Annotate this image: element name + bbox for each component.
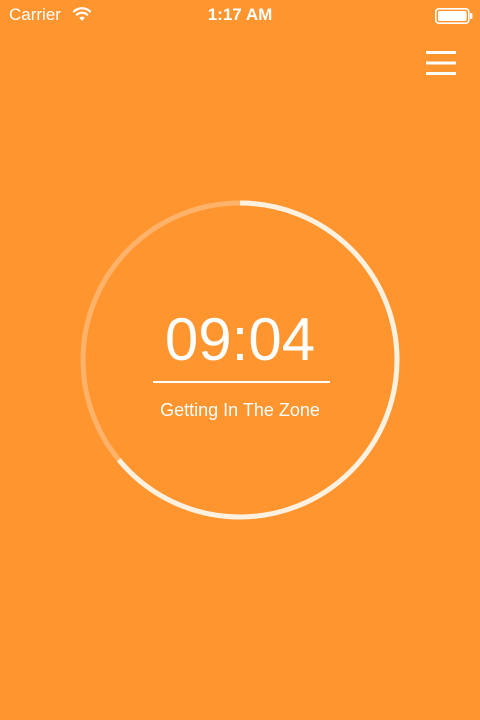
menu-button[interactable] bbox=[420, 46, 462, 80]
timer-widget: 09:04 Getting In The Zone bbox=[80, 200, 400, 520]
status-bar: Carrier 1:17 AM bbox=[0, 0, 480, 32]
battery-icon bbox=[435, 8, 473, 24]
hamburger-menu-icon bbox=[426, 51, 456, 75]
clock-time: 1:17 AM bbox=[207, 5, 273, 24]
session-label: Getting In The Zone bbox=[160, 400, 320, 420]
timer-divider bbox=[153, 381, 330, 383]
timer-countdown: 09:04 bbox=[164, 306, 316, 373]
